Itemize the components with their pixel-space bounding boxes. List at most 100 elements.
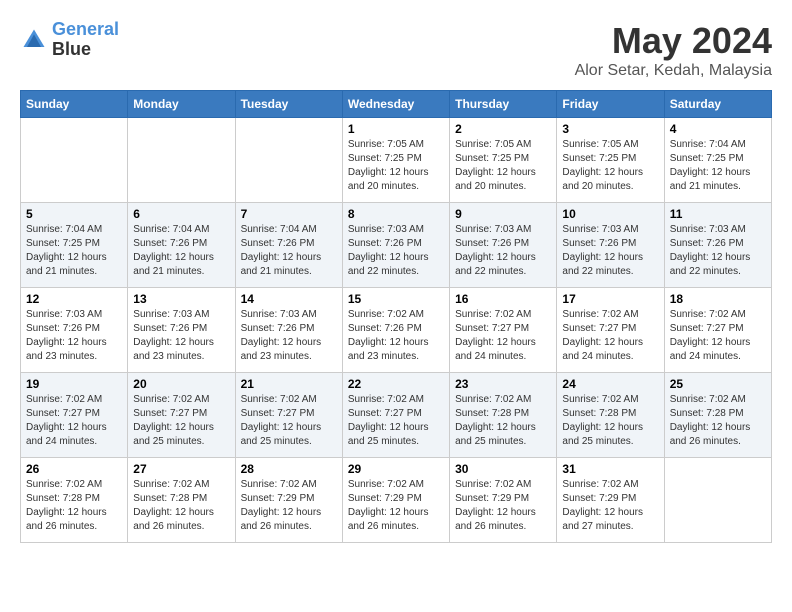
- day-info: Sunrise: 7:02 AM Sunset: 7:27 PM Dayligh…: [133, 393, 229, 449]
- day-number: 26: [26, 462, 122, 476]
- day-number: 12: [26, 292, 122, 306]
- calendar-week-row: 26 Sunrise: 7:02 AM Sunset: 7:28 PM Dayli…: [21, 458, 772, 543]
- calendar-cell: 2 Sunrise: 7:05 AM Sunset: 7:25 PM Daylig…: [450, 118, 557, 203]
- day-number: 6: [133, 207, 229, 221]
- calendar-cell: [21, 118, 128, 203]
- calendar-header-row: SundayMondayTuesdayWednesdayThursdayFrid…: [21, 91, 772, 118]
- day-number: 17: [562, 292, 658, 306]
- calendar-cell: 24 Sunrise: 7:02 AM Sunset: 7:28 PM Dayli…: [557, 373, 664, 458]
- calendar-cell: 30 Sunrise: 7:02 AM Sunset: 7:29 PM Dayli…: [450, 458, 557, 543]
- day-info: Sunrise: 7:02 AM Sunset: 7:28 PM Dayligh…: [455, 393, 551, 449]
- day-number: 10: [562, 207, 658, 221]
- calendar-cell: 1Sunrise: 7:05 AM Sunset: 7:25 PM Daylig…: [342, 118, 449, 203]
- day-number: 15: [348, 292, 444, 306]
- calendar-cell: 17 Sunrise: 7:02 AM Sunset: 7:27 PM Dayli…: [557, 288, 664, 373]
- calendar-cell: 29 Sunrise: 7:02 AM Sunset: 7:29 PM Dayli…: [342, 458, 449, 543]
- calendar-cell: [235, 118, 342, 203]
- calendar-cell: 14Sunrise: 7:03 AM Sunset: 7:26 PM Dayli…: [235, 288, 342, 373]
- day-number: 28: [241, 462, 337, 476]
- day-info: Sunrise: 7:02 AM Sunset: 7:29 PM Dayligh…: [455, 478, 551, 534]
- calendar-cell: 6 Sunrise: 7:04 AM Sunset: 7:26 PM Daylig…: [128, 203, 235, 288]
- calendar-cell: 21 Sunrise: 7:02 AM Sunset: 7:27 PM Dayli…: [235, 373, 342, 458]
- day-info: Sunrise: 7:02 AM Sunset: 7:29 PM Dayligh…: [562, 478, 658, 534]
- calendar-week-row: 5 Sunrise: 7:04 AM Sunset: 7:25 PM Daylig…: [21, 203, 772, 288]
- day-info: Sunrise: 7:02 AM Sunset: 7:28 PM Dayligh…: [670, 393, 766, 449]
- day-number: 22: [348, 377, 444, 391]
- location: Alor Setar, Kedah, Malaysia: [575, 62, 772, 80]
- day-number: 30: [455, 462, 551, 476]
- day-number: 29: [348, 462, 444, 476]
- day-info: Sunrise: 7:02 AM Sunset: 7:27 PM Dayligh…: [670, 308, 766, 364]
- day-info: Sunrise: 7:03 AM Sunset: 7:26 PM Dayligh…: [348, 223, 444, 279]
- day-info: Sunrise: 7:02 AM Sunset: 7:28 PM Dayligh…: [26, 478, 122, 534]
- day-info: Sunrise: 7:02 AM Sunset: 7:27 PM Dayligh…: [562, 308, 658, 364]
- day-number: 7: [241, 207, 337, 221]
- day-info: Sunrise: 7:02 AM Sunset: 7:29 PM Dayligh…: [348, 478, 444, 534]
- day-number: 27: [133, 462, 229, 476]
- calendar-cell: 12 Sunrise: 7:03 AM Sunset: 7:26 PM Dayli…: [21, 288, 128, 373]
- day-info: Sunrise: 7:03 AM Sunset: 7:26 PM Dayligh…: [26, 308, 122, 364]
- day-number: 25: [670, 377, 766, 391]
- day-info: Sunrise: 7:02 AM Sunset: 7:28 PM Dayligh…: [133, 478, 229, 534]
- calendar-cell: 18Sunrise: 7:02 AM Sunset: 7:27 PM Dayli…: [664, 288, 771, 373]
- day-info: Sunrise: 7:04 AM Sunset: 7:26 PM Dayligh…: [133, 223, 229, 279]
- calendar-cell: 10 Sunrise: 7:03 AM Sunset: 7:26 PM Dayli…: [557, 203, 664, 288]
- day-info: Sunrise: 7:03 AM Sunset: 7:26 PM Dayligh…: [562, 223, 658, 279]
- day-number: 21: [241, 377, 337, 391]
- day-number: 13: [133, 292, 229, 306]
- calendar-cell: [128, 118, 235, 203]
- calendar-cell: 31 Sunrise: 7:02 AM Sunset: 7:29 PM Dayli…: [557, 458, 664, 543]
- day-info: Sunrise: 7:03 AM Sunset: 7:26 PM Dayligh…: [241, 308, 337, 364]
- day-info: Sunrise: 7:05 AM Sunset: 7:25 PM Dayligh…: [562, 138, 658, 194]
- column-header-saturday: Saturday: [664, 91, 771, 118]
- calendar-cell: 16 Sunrise: 7:02 AM Sunset: 7:27 PM Dayli…: [450, 288, 557, 373]
- calendar-cell: 23 Sunrise: 7:02 AM Sunset: 7:28 PM Dayli…: [450, 373, 557, 458]
- day-number: 1: [348, 122, 444, 136]
- day-number: 5: [26, 207, 122, 221]
- day-number: 3: [562, 122, 658, 136]
- calendar-cell: 28 Sunrise: 7:02 AM Sunset: 7:29 PM Dayli…: [235, 458, 342, 543]
- day-info: Sunrise: 7:02 AM Sunset: 7:27 PM Dayligh…: [241, 393, 337, 449]
- column-header-wednesday: Wednesday: [342, 91, 449, 118]
- day-number: 9: [455, 207, 551, 221]
- day-number: 11: [670, 207, 766, 221]
- day-info: Sunrise: 7:04 AM Sunset: 7:25 PM Dayligh…: [26, 223, 122, 279]
- day-info: Sunrise: 7:04 AM Sunset: 7:26 PM Dayligh…: [241, 223, 337, 279]
- calendar-cell: 15 Sunrise: 7:02 AM Sunset: 7:26 PM Dayli…: [342, 288, 449, 373]
- day-number: 20: [133, 377, 229, 391]
- day-info: Sunrise: 7:02 AM Sunset: 7:29 PM Dayligh…: [241, 478, 337, 534]
- calendar-cell: 4Sunrise: 7:04 AM Sunset: 7:25 PM Daylig…: [664, 118, 771, 203]
- calendar-cell: 8Sunrise: 7:03 AM Sunset: 7:26 PM Daylig…: [342, 203, 449, 288]
- day-info: Sunrise: 7:05 AM Sunset: 7:25 PM Dayligh…: [455, 138, 551, 194]
- day-info: Sunrise: 7:02 AM Sunset: 7:27 PM Dayligh…: [26, 393, 122, 449]
- day-number: 24: [562, 377, 658, 391]
- logo: General Blue: [20, 20, 119, 60]
- calendar-cell: 11Sunrise: 7:03 AM Sunset: 7:26 PM Dayli…: [664, 203, 771, 288]
- day-number: 31: [562, 462, 658, 476]
- calendar-cell: 22Sunrise: 7:02 AM Sunset: 7:27 PM Dayli…: [342, 373, 449, 458]
- calendar-cell: 7 Sunrise: 7:04 AM Sunset: 7:26 PM Daylig…: [235, 203, 342, 288]
- day-info: Sunrise: 7:04 AM Sunset: 7:25 PM Dayligh…: [670, 138, 766, 194]
- calendar-cell: 13 Sunrise: 7:03 AM Sunset: 7:26 PM Dayli…: [128, 288, 235, 373]
- logo-text: General Blue: [52, 20, 119, 60]
- day-info: Sunrise: 7:02 AM Sunset: 7:27 PM Dayligh…: [455, 308, 551, 364]
- calendar-cell: 26 Sunrise: 7:02 AM Sunset: 7:28 PM Dayli…: [21, 458, 128, 543]
- calendar-week-row: 12 Sunrise: 7:03 AM Sunset: 7:26 PM Dayli…: [21, 288, 772, 373]
- day-number: 23: [455, 377, 551, 391]
- calendar-week-row: 19 Sunrise: 7:02 AM Sunset: 7:27 PM Dayli…: [21, 373, 772, 458]
- calendar-cell: 19 Sunrise: 7:02 AM Sunset: 7:27 PM Dayli…: [21, 373, 128, 458]
- day-number: 19: [26, 377, 122, 391]
- day-info: Sunrise: 7:03 AM Sunset: 7:26 PM Dayligh…: [455, 223, 551, 279]
- day-info: Sunrise: 7:02 AM Sunset: 7:26 PM Dayligh…: [348, 308, 444, 364]
- column-header-friday: Friday: [557, 91, 664, 118]
- day-info: Sunrise: 7:03 AM Sunset: 7:26 PM Dayligh…: [133, 308, 229, 364]
- day-number: 2: [455, 122, 551, 136]
- column-header-monday: Monday: [128, 91, 235, 118]
- calendar-cell: 3 Sunrise: 7:05 AM Sunset: 7:25 PM Daylig…: [557, 118, 664, 203]
- day-number: 16: [455, 292, 551, 306]
- column-header-sunday: Sunday: [21, 91, 128, 118]
- calendar-table: SundayMondayTuesdayWednesdayThursdayFrid…: [20, 90, 772, 543]
- column-header-tuesday: Tuesday: [235, 91, 342, 118]
- page-header: General Blue May 2024 Alor Setar, Kedah,…: [20, 20, 772, 80]
- day-info: Sunrise: 7:02 AM Sunset: 7:28 PM Dayligh…: [562, 393, 658, 449]
